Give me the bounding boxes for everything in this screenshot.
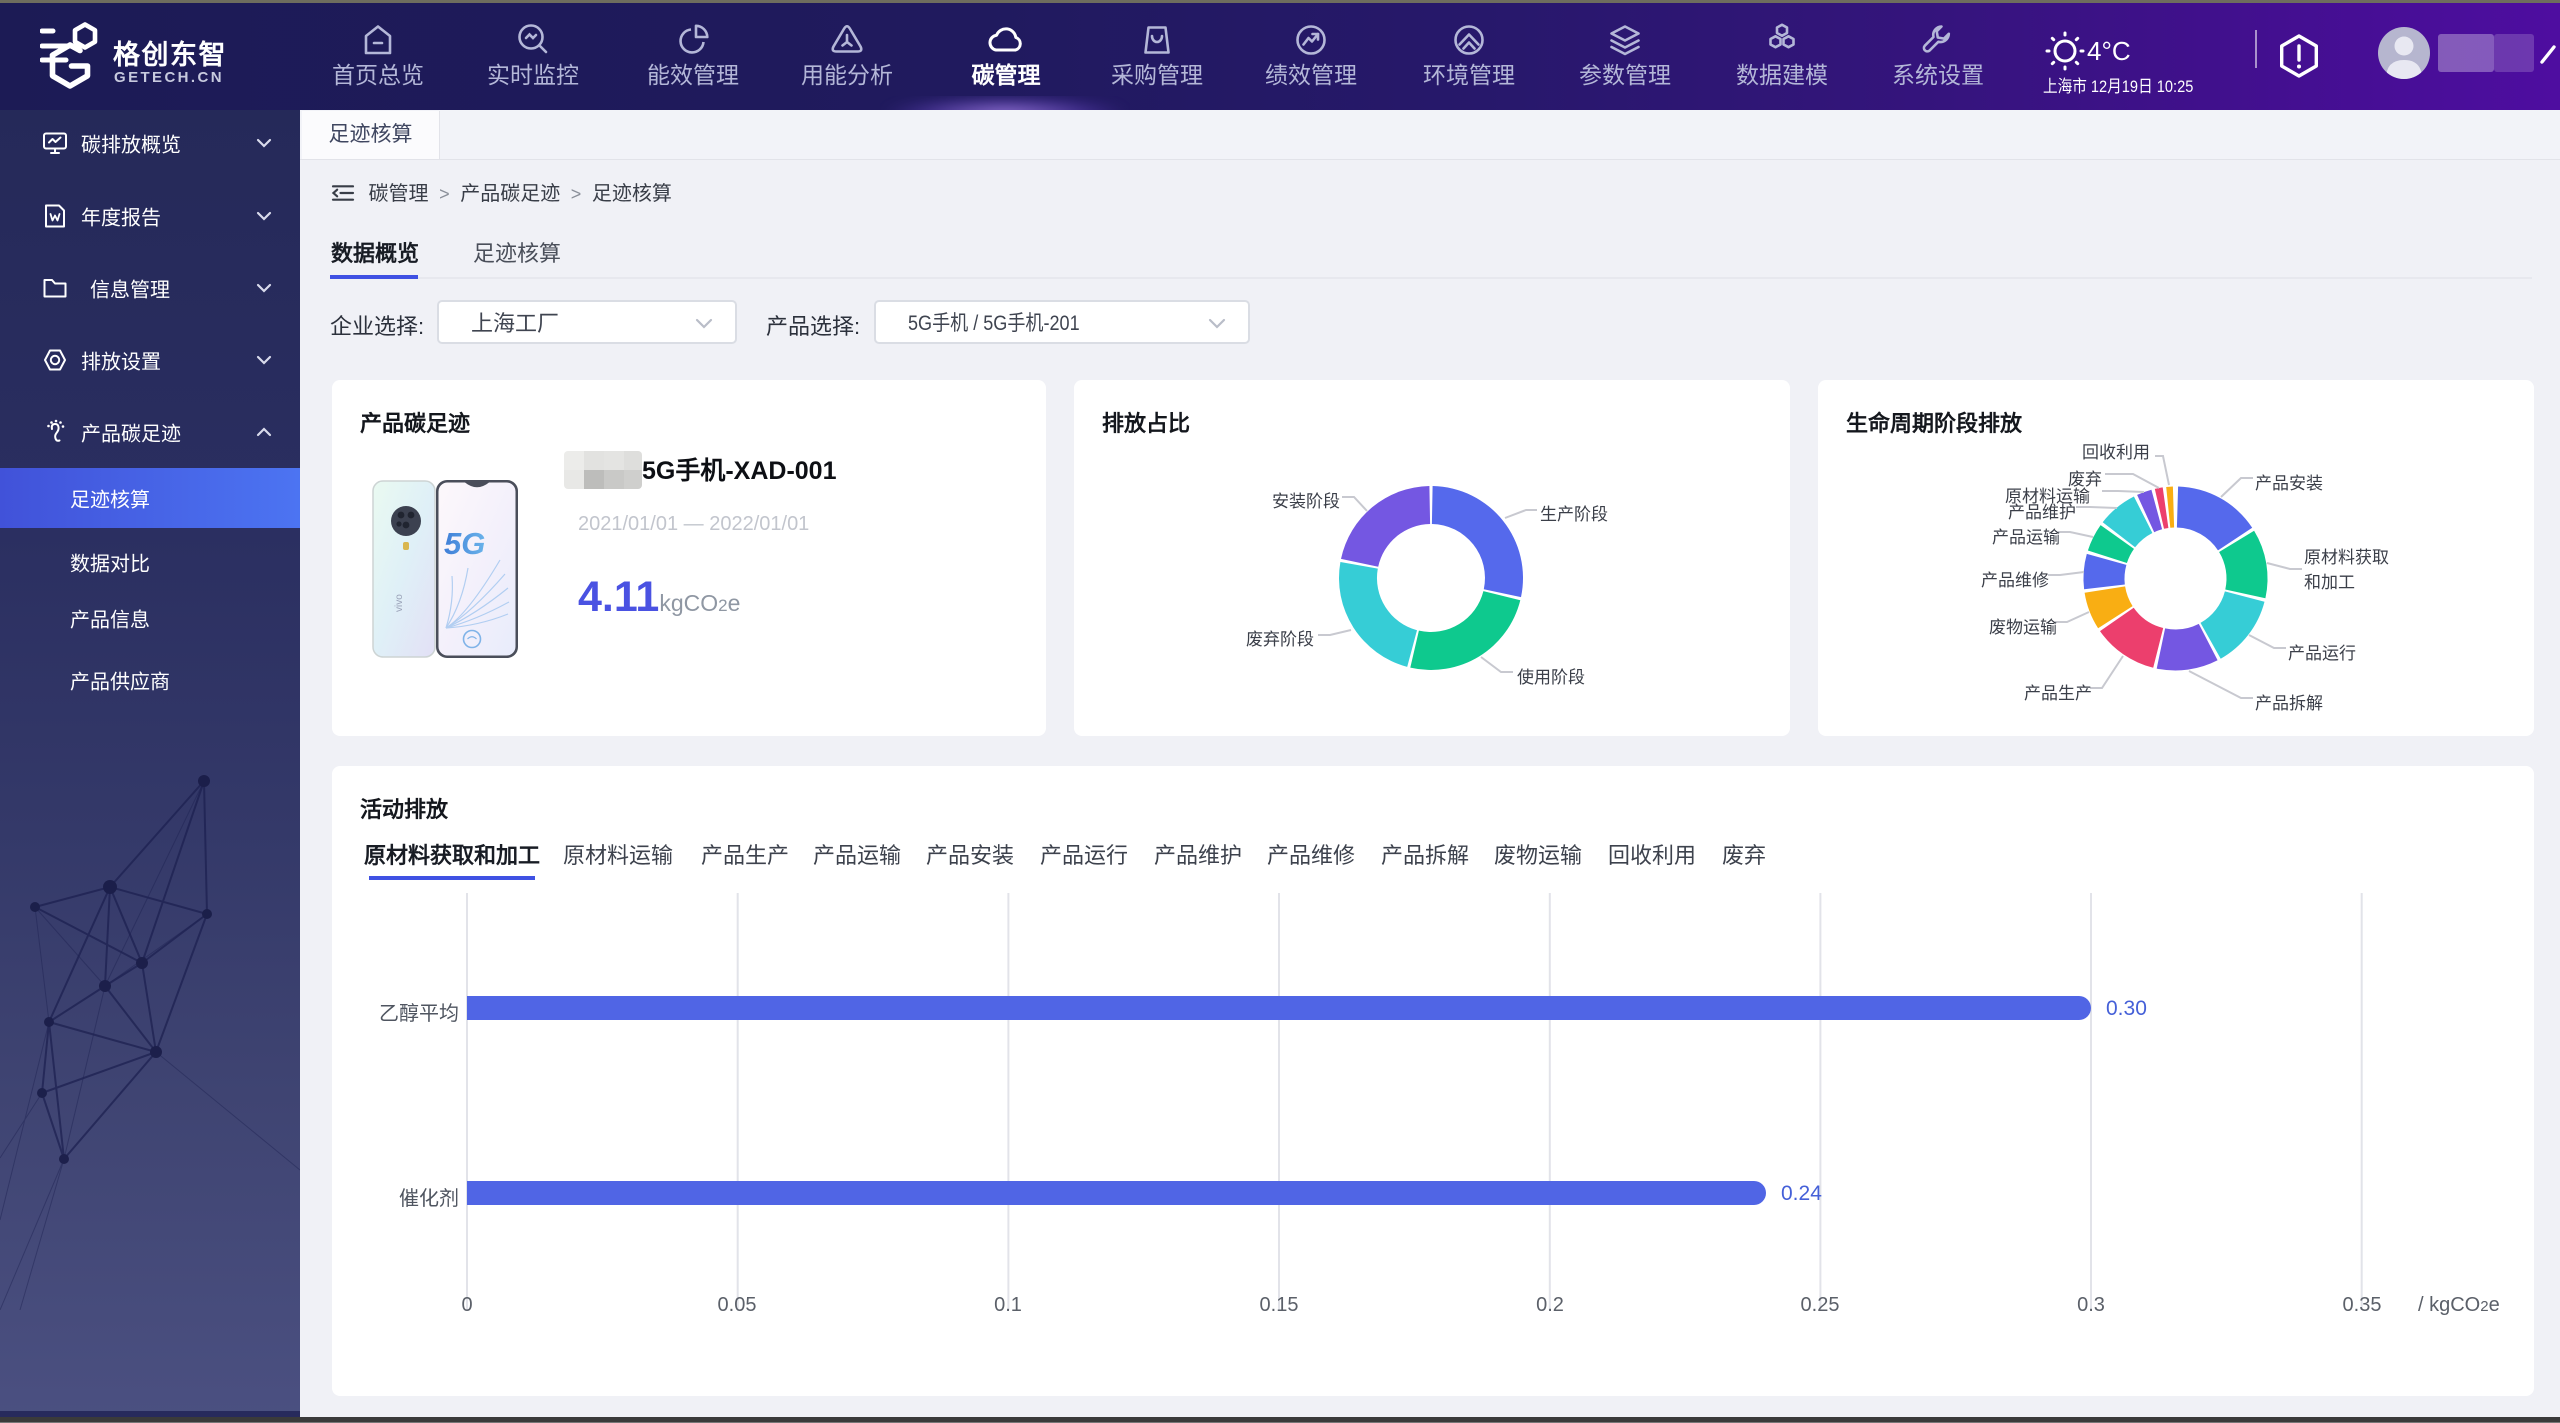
svg-text:5G: 5G	[444, 526, 485, 561]
svg-text:vivo: vivo	[394, 594, 405, 612]
